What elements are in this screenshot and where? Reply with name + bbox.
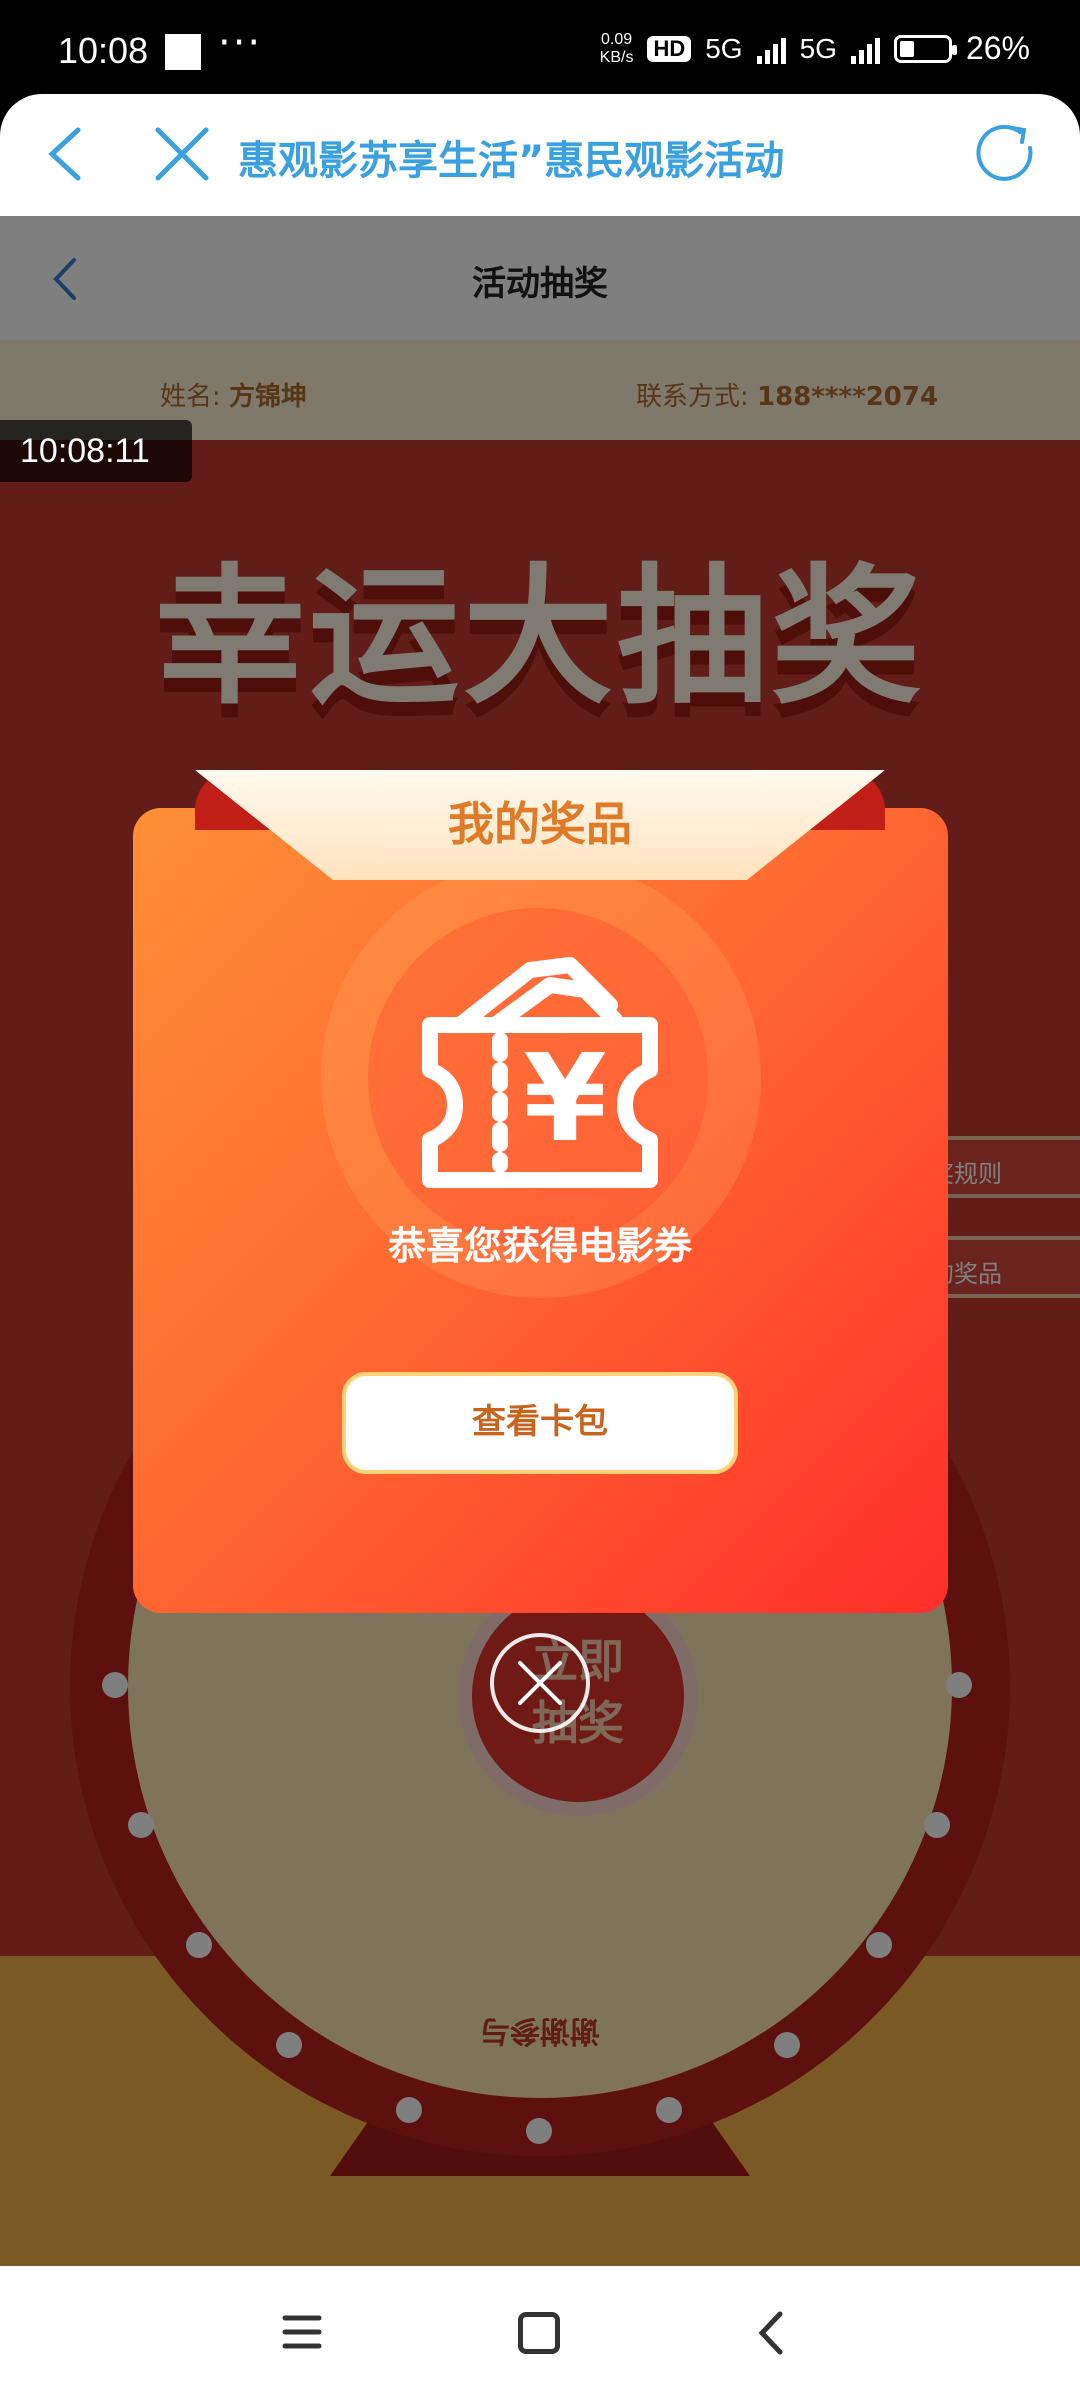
status-bar: 10:08 ··· 0.09 KB/s HD 5G 5G 26% (0, 0, 1080, 100)
page-title: 惠观影苏享生活”惠民观影活动 (238, 138, 785, 184)
movie-coupon-icon: ¥ (422, 957, 658, 1188)
battery-percent: 26% (965, 30, 1030, 66)
back-icon[interactable] (38, 122, 98, 186)
modal-close-icon[interactable] (487, 1630, 593, 1736)
yuan-symbol: ¥ (523, 1030, 607, 1169)
refresh-icon[interactable] (970, 118, 1040, 188)
modal-title: 我的奖品 (448, 797, 632, 851)
system-back-icon[interactable] (756, 2310, 786, 2356)
hd-voice-icon: HD (647, 35, 692, 62)
network-speed-unit: KB/s (599, 48, 634, 66)
close-icon[interactable] (150, 122, 214, 186)
status-indicators: 0.09 KB/s HD 5G 5G 26% (600, 30, 1030, 67)
home-icon[interactable] (518, 2312, 560, 2354)
network-speed: 0.09 KB/s (600, 31, 634, 67)
signal-5g-label-1: 5G (705, 32, 743, 64)
prize-message: 恭喜您获得电影券 (387, 1224, 692, 1268)
recording-timestamp: 10:08:11 (0, 420, 192, 482)
recent-apps-icon[interactable] (282, 2312, 322, 2352)
prize-modal (133, 808, 948, 1613)
browser-title-bar: 惠观影苏享生活”惠民观影活动 (0, 94, 1080, 216)
signal-strength-icon-2 (850, 34, 880, 64)
battery-icon (893, 34, 957, 63)
status-time: 10:08 (58, 30, 149, 71)
notification-icon (165, 34, 201, 70)
more-notifications-icon: ··· (218, 20, 263, 66)
system-navigation-bar (0, 2266, 1080, 2400)
network-speed-value: 0.09 (600, 30, 633, 48)
signal-strength-icon (756, 34, 786, 64)
signal-5g-label-2: 5G (799, 32, 837, 64)
view-wallet-button[interactable]: 查看卡包 (342, 1372, 738, 1474)
